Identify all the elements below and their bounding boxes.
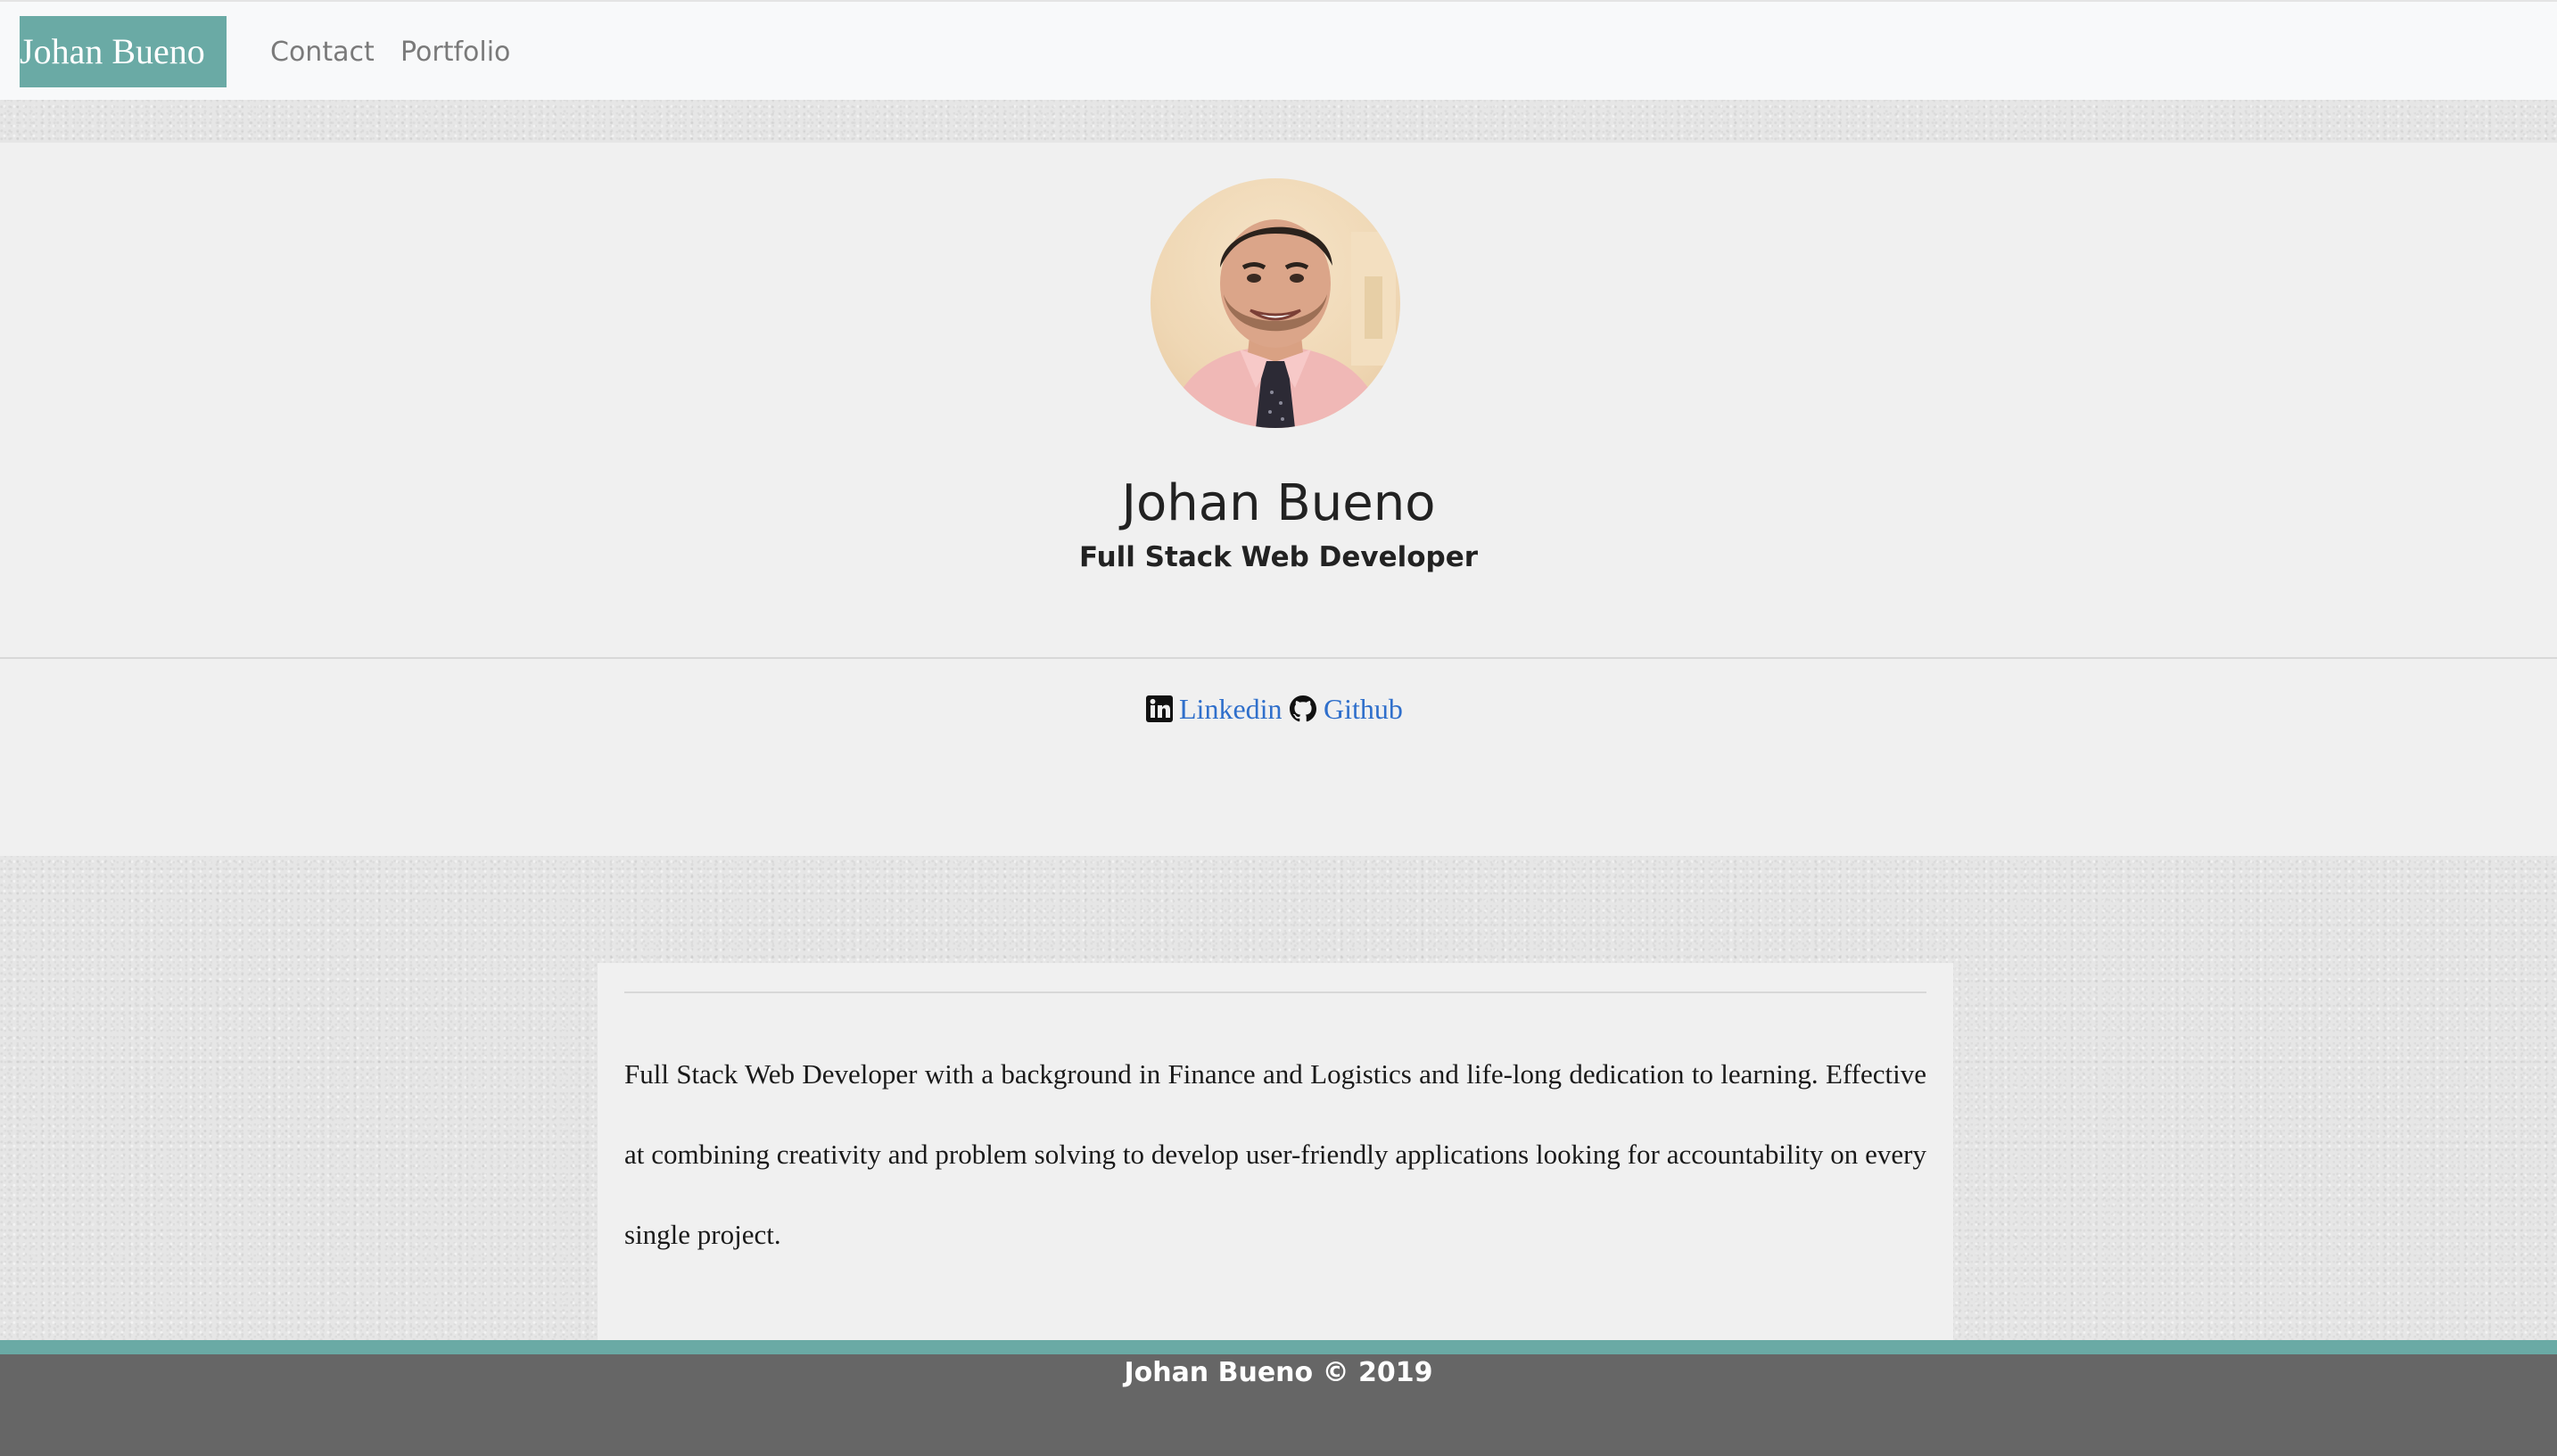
footer-accent-bar [0, 1340, 2557, 1354]
nav-link-portfolio[interactable]: Portfolio [400, 30, 510, 75]
github-icon [1290, 695, 1316, 722]
profile-header: Johan Bueno Full Stack Web Developer Lin… [0, 143, 2557, 856]
brand-logo-link[interactable]: Johan Bueno [20, 16, 227, 87]
linkedin-link[interactable]: Linkedin [1179, 688, 1283, 729]
header-divider [0, 657, 2557, 659]
github-link[interactable]: Github [1324, 688, 1403, 729]
nav-link-contact[interactable]: Contact [270, 30, 375, 75]
footer-copyright: Johan Bueno © 2019 [1124, 1357, 1433, 1388]
linkedin-icon [1146, 695, 1173, 722]
about-text: Full Stack Web Developer with a backgrou… [624, 1058, 1926, 1250]
about-panel: Full Stack Web Developer with a backgrou… [598, 963, 1953, 1340]
profile-role: Full Stack Web Developer [1078, 541, 1479, 573]
avatar-portrait-image [1168, 219, 1396, 428]
about-divider [624, 991, 1926, 993]
navbar: Johan Bueno Contact Portfolio [0, 0, 2557, 100]
avatar [1151, 178, 1400, 428]
footer: Johan Bueno © 2019 [0, 1354, 2557, 1456]
